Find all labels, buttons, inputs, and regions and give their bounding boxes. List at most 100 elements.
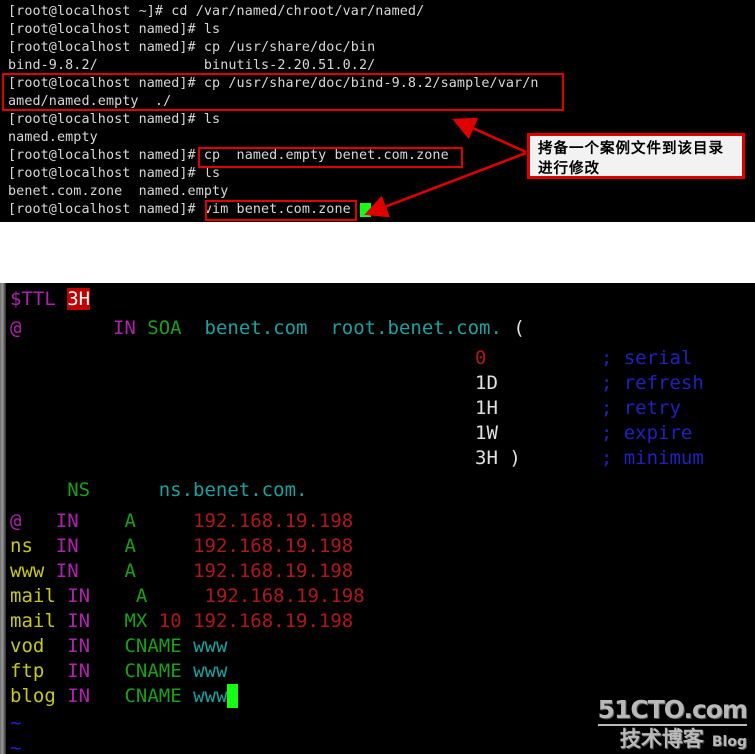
soa-type: SOA [147,317,194,339]
vim-line-record-4: mail IN MX 10 192.168.19.198 [10,609,353,633]
vim-line-ns: NS ns.benet.com. [10,478,307,502]
record-class-6: IN [67,660,91,682]
vim-line-expire: 1W ; expire [475,421,692,445]
soa-origin: @ [10,317,22,339]
vim-line-record-6: ftp IN CNAME www [10,659,227,683]
vim-line-record-2: www IN A 192.168.19.198 [10,559,353,583]
expire-gap [498,422,601,444]
soa-open-paren: ( [513,317,525,339]
record-host-7: blog [10,685,56,707]
terminal-left-edge [0,283,6,754]
rec-pad-7 [56,685,67,707]
terminal-line-10: benet.com.zone named.empty [8,184,229,199]
vim-line-refresh: 1D ; refresh [475,371,704,395]
record-type-4: MX [124,610,159,632]
record-value-7: www [193,685,228,707]
record-host-4: mail [10,610,56,632]
vim-line-soa: @ IN SOA benet.com root.benet.com. ( [10,316,525,340]
record-type-7: CNAME [124,685,182,707]
record-value-1: 192.168.19.198 [193,535,354,557]
record-value-4: 192.168.19.198 [193,610,354,632]
rec-pad3-3 [147,585,204,607]
site-watermark: 51CTO.com 技术博客 Blog [597,695,748,750]
record-class-2: IN [55,560,79,582]
rec-pad3-1 [136,535,193,557]
record-host-3: mail [10,585,56,607]
record-host-0: @ [10,510,22,532]
record-value-6: www [193,660,228,682]
refresh-gap [498,372,601,394]
record-host-1: ns [10,535,33,557]
vim-line-record-5: vod IN CNAME www [10,634,227,658]
terminal-line-3: bind-9.8.2/ binutils-2.20.51.0.2/ [8,58,376,73]
terminal-line-1: [root@localhost named]# ls [8,22,221,37]
rec-pad3-0 [136,510,193,532]
rec-pad3-6 [182,660,193,682]
terminal-line-0: [root@localhost ~]# cd /var/named/chroot… [8,4,425,19]
ns-target: ns.benet.com. [158,479,308,501]
record-class-1: IN [55,535,79,557]
soa-retry-value: 1H [475,397,498,419]
ttl-value-highlighted: 3H [67,288,91,310]
watermark-subtitle-cn: 技术博客 [619,727,704,751]
rec-pad-4 [56,610,67,632]
vim-line-retry: 1H ; retry [475,396,681,420]
watermark-subtitle-en: Blog [711,734,747,750]
rec-pad-0 [21,510,55,532]
record-value-5: www [193,635,228,657]
record-value-3: 192.168.19.198 [204,585,365,607]
rec-pad3-5 [182,635,193,657]
soa-gap [21,317,113,339]
vim-empty-marker-0: ~ [10,712,22,734]
ns-indent [10,479,67,501]
shell-cursor [360,203,371,217]
vim-line-ttl: $TTL 3H [10,287,91,311]
soa-class: IN [112,317,148,339]
record-type-3: A [135,585,148,607]
vim-editor[interactable]: $TTL 3H @ IN SOA benet.com root.benet.co… [0,283,755,754]
ns-type: NS [67,479,91,501]
watermark-site-name: 51CTO.com [597,695,748,724]
record-class-7: IN [67,685,91,707]
record-type-0: A [124,510,136,532]
soa-serial-value: 0 [475,347,487,369]
terminal-line-2: [root@localhost named]# cp /usr/share/do… [8,40,376,55]
watermark-subtitle-row: 技术博客 Blog [598,728,747,750]
rec-pad2-2 [79,560,125,582]
rec-pad-1 [33,535,56,557]
ttl-directive: $TTL [10,288,68,310]
vim-line-record-1: ns IN A 192.168.19.198 [10,534,353,558]
record-host-6: ftp [10,660,45,682]
serial-gap [486,347,600,369]
terminal-line-8: [root@localhost named]# cp named.empty b… [8,148,449,163]
vim-cursor [227,684,239,708]
rec-pad-2 [44,560,55,582]
terminal-line-5: amed/named.empty ./ [8,94,172,109]
soa-nameservers: benet.com root.benet.com. [193,317,514,339]
soa-expire-value: 1W [475,422,498,444]
rec-pad-6 [44,660,67,682]
rec-pad-5 [44,635,67,657]
record-type-5: CNAME [124,635,182,657]
record-host-2: www [10,560,45,582]
vim-line-record-3: mail IN A 192.168.19.198 [10,584,365,608]
rec-pad2-3 [90,585,136,607]
vim-line-record-0: @ IN A 192.168.19.198 [10,509,353,533]
soa-minimum-comment: ; minimum [600,447,704,469]
record-class-0: IN [55,510,79,532]
vim-line-minimum: 3H ) ; minimum [475,446,704,470]
terminal-line-4: [root@localhost named]# cp /usr/share/do… [8,76,539,91]
vim-empty-marker-1: ~ [10,737,22,754]
record-class-3: IN [67,585,91,607]
rec-pad2-5 [90,635,124,657]
retry-gap [498,397,601,419]
rec-pad3-2 [136,560,193,582]
rec-pad2-6 [90,660,124,682]
soa-expire-comment: ; expire [600,422,693,444]
top-terminal[interactable]: [root@localhost ~]# cd /var/named/chroot… [0,0,755,222]
record-mx-priority: 10 [158,610,194,632]
rec-pad-3 [56,585,67,607]
soa-refresh-comment: ; refresh [600,372,704,394]
record-type-2: A [124,560,136,582]
soa-refresh-value: 1D [475,372,498,394]
